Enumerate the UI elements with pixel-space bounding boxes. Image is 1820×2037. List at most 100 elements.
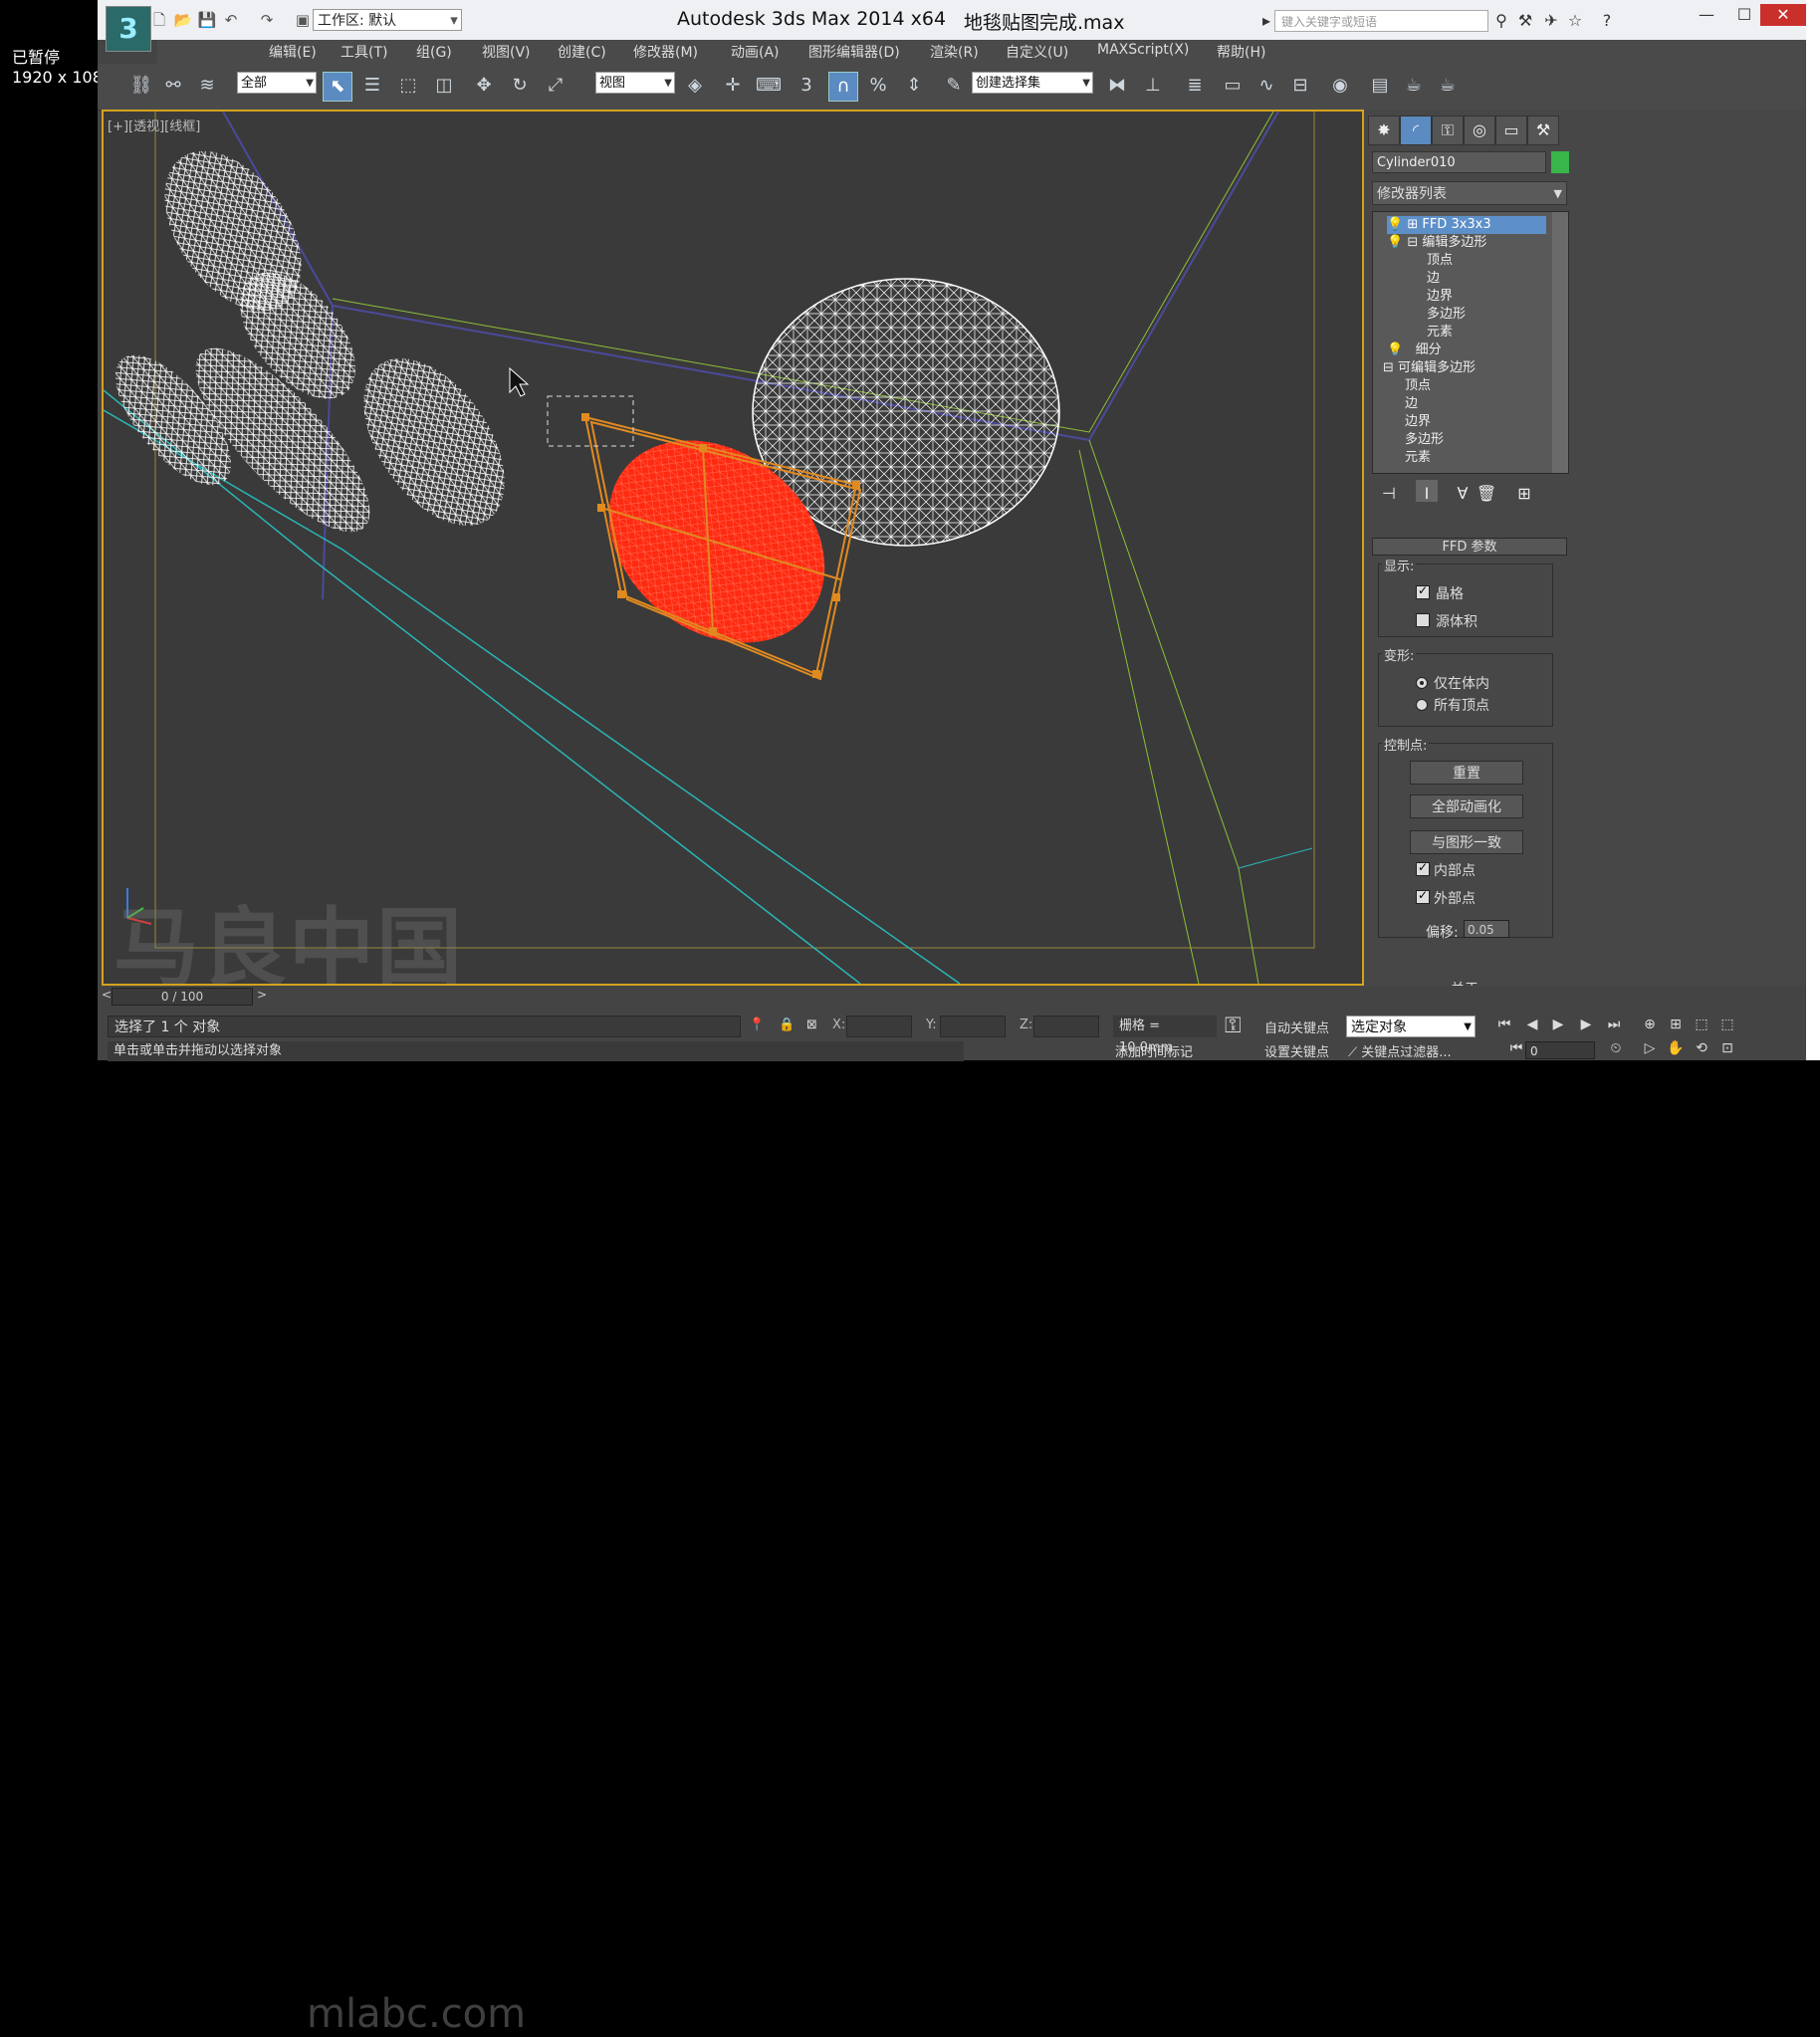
key-mode-dropdown[interactable]: 选定对象 ▼ — [1346, 1016, 1476, 1037]
menu-maxscript[interactable]: MAXScript(X) — [1097, 42, 1189, 58]
unlink-icon[interactable]: ⚯ — [159, 72, 187, 100]
menu-tools[interactable]: 工具(T) — [341, 42, 387, 62]
menu-rendering[interactable]: 渲染(R) — [930, 42, 979, 62]
key-mode-toggle-icon[interactable]: ⏮ — [1505, 1037, 1527, 1059]
stack-subitem-vertex[interactable]: 顶点 — [1427, 252, 1453, 270]
stack-subitem-border[interactable]: 边界 — [1427, 288, 1453, 306]
time-next-icon[interactable]: > — [257, 988, 267, 1002]
configure-sets-icon[interactable]: ⊞ — [1513, 480, 1535, 503]
isolate-icon[interactable]: 📍 — [749, 1018, 765, 1032]
previous-frame-icon[interactable]: ◀ — [1521, 1014, 1543, 1035]
only-in-volume-radio[interactable] — [1416, 677, 1428, 689]
selection-filter-dropdown[interactable]: 全部 ▼ — [237, 72, 317, 94]
time-prev-icon[interactable]: < — [102, 988, 112, 1002]
stack-subitem-element[interactable]: 元素 — [1427, 324, 1453, 341]
conform-to-shape-button[interactable]: 与图形一致 — [1410, 830, 1523, 854]
ffd-params-rollout-header[interactable]: FFD 参数 — [1372, 538, 1567, 556]
stack-subitem-edge[interactable]: 边 — [1405, 395, 1418, 413]
all-vertices-radio[interactable] — [1416, 699, 1428, 711]
redo-icon[interactable]: ↷ — [257, 10, 277, 30]
rectangular-selection-icon[interactable]: ⬚ — [394, 72, 422, 100]
snaps-toggle-icon[interactable]: 3 — [793, 72, 820, 100]
modifier-stack[interactable]: 💡 ⊞ FFD 3x3x3 💡 ⊟ 编辑多边形 顶点 边 边界 多边形 元素 💡… — [1372, 211, 1569, 474]
project-folder-icon[interactable]: ▣ — [293, 10, 313, 30]
stack-subitem-element[interactable]: 元素 — [1405, 449, 1431, 467]
rotate-icon[interactable]: ↻ — [506, 72, 534, 100]
named-selection-dropdown[interactable]: 创建选择集 ▼ — [972, 72, 1093, 94]
stack-subitem-polygon[interactable]: 多边形 — [1427, 306, 1466, 324]
source-volume-checkbox[interactable] — [1416, 613, 1430, 627]
schematic-view-icon[interactable]: ⊟ — [1286, 72, 1314, 100]
menu-graph-editors[interactable]: 图形编辑器(D) — [808, 42, 900, 62]
make-unique-icon[interactable]: ∀ — [1452, 480, 1474, 503]
workspace-dropdown[interactable]: 工作区: 默认 — [313, 9, 462, 31]
help-icon[interactable]: ? — [1597, 11, 1617, 31]
lattice-checkbox[interactable] — [1416, 583, 1430, 599]
maximize-viewport-icon[interactable]: ⊡ — [1716, 1037, 1738, 1059]
menu-animation[interactable]: 动画(A) — [731, 42, 780, 62]
pin-stack-icon[interactable]: ⊣ — [1378, 480, 1400, 503]
expand-search-icon[interactable]: ▸ — [1256, 11, 1276, 31]
viewport-label[interactable]: [+][透视][线框] — [108, 115, 200, 134]
object-name-field[interactable]: Cylinder010 — [1372, 151, 1546, 173]
select-manipulate-icon[interactable]: ✛ — [719, 72, 747, 100]
stack-item-subdivide[interactable]: 💡 细分 — [1387, 341, 1442, 359]
spinner-snap-icon[interactable]: ⇕ — [900, 72, 928, 100]
render-production-icon[interactable]: ☕ — [1434, 72, 1462, 100]
outside-points-checkbox[interactable] — [1416, 888, 1430, 904]
modify-tab-icon[interactable]: ◜ — [1400, 115, 1432, 145]
qat-more-icon[interactable]: ▾ — [444, 10, 464, 30]
menu-help[interactable]: 帮助(H) — [1217, 42, 1265, 62]
key-filters-button[interactable]: ⟋ 关键点过滤器... — [1348, 1041, 1452, 1060]
move-icon[interactable]: ✥ — [470, 72, 498, 100]
stack-subitem-polygon[interactable]: 多边形 — [1405, 431, 1444, 449]
inside-points-checkbox[interactable] — [1416, 860, 1430, 876]
y-coordinate-field[interactable] — [940, 1016, 1006, 1037]
zoom-extents-icon[interactable]: ⬚ — [1691, 1014, 1712, 1035]
menu-modifiers[interactable]: 修改器(M) — [633, 42, 698, 62]
display-tab-icon[interactable]: ▭ — [1495, 115, 1527, 145]
stack-subitem-edge[interactable]: 边 — [1427, 270, 1440, 288]
perspective-viewport[interactable]: [+][透视][线框] 马良中国 — [102, 110, 1364, 986]
orbit-icon[interactable]: ⟲ — [1691, 1037, 1712, 1059]
field-of-view-icon[interactable]: ▷ — [1639, 1037, 1661, 1059]
save-icon[interactable]: 💾 — [197, 10, 217, 30]
menu-customize[interactable]: 自定义(U) — [1006, 42, 1068, 62]
favorites-star-icon[interactable]: ☆ — [1565, 11, 1585, 31]
zoom-extents-all-icon[interactable]: ⬚ — [1716, 1014, 1738, 1035]
binoculars-icon[interactable]: ⚲ — [1491, 11, 1511, 31]
curve-editor-icon[interactable]: ∿ — [1252, 72, 1280, 100]
communication-icon[interactable]: ✈ — [1541, 11, 1561, 31]
x-coordinate-field[interactable] — [846, 1016, 912, 1037]
menu-edit[interactable]: 编辑(E) — [269, 42, 317, 62]
undo-icon[interactable]: ↶ — [221, 10, 241, 30]
open-file-icon[interactable]: 📂 — [173, 10, 193, 30]
layer-manager-icon[interactable]: ≣ — [1181, 72, 1209, 100]
set-key-icon[interactable]: ⚿ — [1225, 1014, 1242, 1038]
select-link-icon[interactable]: ⛓ — [127, 72, 155, 100]
time-slider[interactable]: 0 / 100 — [112, 988, 253, 1006]
window-crossing-icon[interactable]: ◫ — [430, 72, 458, 100]
menu-group[interactable]: 组(G) — [416, 42, 452, 62]
render-setup-icon[interactable]: ▤ — [1366, 72, 1394, 100]
modifier-list-dropdown[interactable]: 修改器列表 ▼ — [1372, 181, 1567, 205]
stack-scrollbar[interactable] — [1552, 212, 1568, 473]
stack-subitem-vertex[interactable]: 顶点 — [1405, 377, 1431, 395]
mirror-icon[interactable]: ⧓ — [1103, 72, 1131, 100]
zoom-all-icon[interactable]: ⊞ — [1665, 1014, 1687, 1035]
keyboard-shortcut-override-icon[interactable]: ⌨ — [755, 72, 783, 100]
play-icon[interactable]: ▶ — [1547, 1014, 1569, 1035]
time-config-icon[interactable]: ⏲ — [1605, 1037, 1627, 1059]
minimize-button[interactable]: — — [1689, 4, 1724, 26]
app-logo-button[interactable]: 3 — [106, 6, 151, 52]
maximize-button[interactable]: ☐ — [1726, 4, 1762, 26]
reset-button[interactable]: 重置 — [1410, 761, 1523, 785]
pivot-center-icon[interactable]: ◈ — [681, 72, 709, 100]
menu-create[interactable]: 创建(C) — [558, 42, 606, 62]
add-time-tag[interactable]: 添加时间标记 — [1115, 1041, 1193, 1060]
select-object-icon[interactable]: ⬉ — [323, 72, 352, 102]
zoom-icon[interactable]: ⊕ — [1639, 1014, 1661, 1035]
percent-snap-icon[interactable]: % — [864, 72, 892, 100]
animate-all-button[interactable]: 全部动画化 — [1410, 794, 1523, 818]
hierarchy-tab-icon[interactable]: ⚿ — [1432, 115, 1464, 145]
